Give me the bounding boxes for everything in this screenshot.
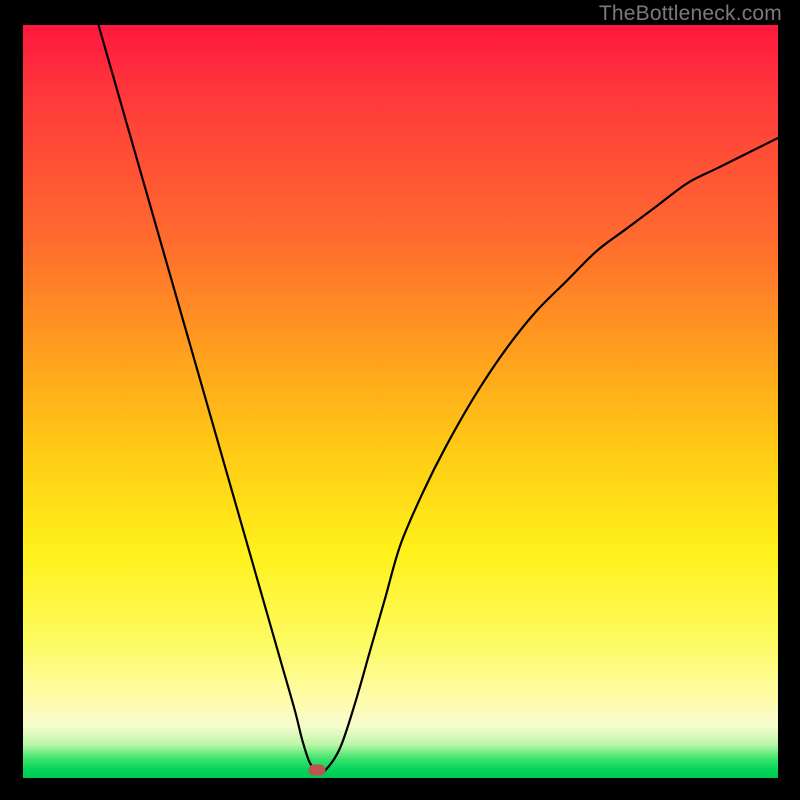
bottleneck-curve: [23, 25, 778, 778]
watermark-text: TheBottleneck.com: [599, 2, 782, 26]
chart-frame: TheBottleneck.com: [0, 0, 800, 800]
chart-plot-area: [23, 25, 778, 778]
optimal-point-marker: [309, 765, 326, 776]
